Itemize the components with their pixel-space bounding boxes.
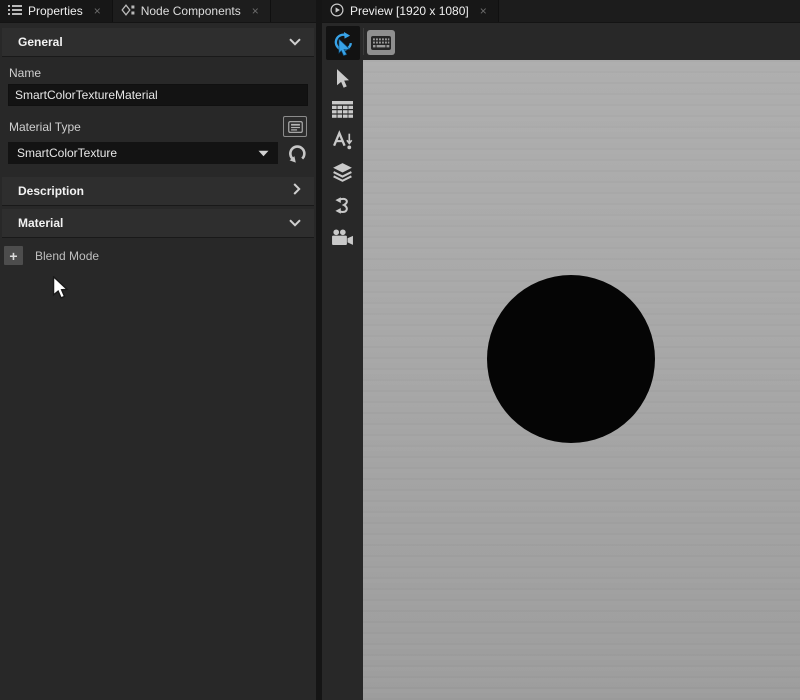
layers-icon [331,162,354,183]
keyboard-icon [371,36,391,50]
tab-properties[interactable]: Properties × [0,0,113,22]
keyboard-tool-button[interactable] [367,30,395,55]
list-icon [8,4,22,19]
application-window: Properties × Node Components × General N… [0,0,800,700]
close-icon[interactable]: × [249,5,262,18]
component-diamond-icon [121,3,135,20]
tab-label: Properties [28,4,83,18]
chevron-right-icon [293,182,301,200]
preview-tabbar: Preview [1920 x 1080] × [322,0,800,23]
text-metrics-tool-button[interactable] [326,130,360,151]
video-camera-icon [331,229,354,246]
revert-arrow-icon [288,144,307,163]
properties-panel-body: General Name Material Type SmartColorTex… [0,23,316,700]
name-input[interactable] [8,84,308,106]
scene-sphere-node[interactable] [487,275,655,443]
grid-icon [332,101,353,118]
mouse-cursor-icon [52,276,69,306]
properties-pane: Properties × Node Components × General N… [0,0,316,700]
interact-cursor-icon [330,31,355,56]
close-icon[interactable]: × [91,5,104,18]
text-metrics-icon [332,130,354,151]
tab-node-components[interactable]: Node Components × [113,0,271,22]
dropdown-value: SmartColorTexture [17,146,117,160]
section-header-description[interactable]: Description [2,177,314,206]
tab-preview[interactable]: Preview [1920 x 1080] × [322,0,499,22]
tab-label: Preview [1920 x 1080] [350,4,469,18]
section-title: Description [18,184,84,198]
preview-viewport[interactable] [363,60,800,700]
property-editor-button[interactable] [283,116,307,137]
interact-tool-button[interactable] [326,26,360,60]
camera-tool-button[interactable] [326,229,360,246]
chevron-down-icon [289,33,301,51]
section-header-general[interactable]: General [2,28,314,57]
toolbar-separator [363,28,364,55]
name-label: Name [9,66,316,80]
section-header-material[interactable]: Material [2,209,314,238]
material-type-label: Material Type [9,120,81,134]
preview-tool-column [322,23,363,700]
dropdown-arrow-icon [258,146,269,160]
grid-tool-button[interactable] [326,101,360,118]
connections-icon [331,194,354,217]
section-title: Material [18,216,63,230]
blend-mode-label: Blend Mode [35,249,99,263]
connections-tool-button[interactable] [326,194,360,217]
chevron-down-icon [289,214,301,232]
left-tabbar: Properties × Node Components × [0,0,316,23]
preview-pane: Preview [1920 x 1080] × [322,0,800,700]
revert-button[interactable] [286,142,308,164]
play-circle-icon [330,3,344,20]
property-editor-icon [288,121,303,133]
select-arrow-icon [335,68,351,89]
section-title: General [18,35,63,49]
layers-tool-button[interactable] [326,162,360,183]
tab-label: Node Components [141,4,241,18]
add-property-button[interactable]: + [4,246,23,265]
select-tool-button[interactable] [326,68,360,89]
material-type-dropdown[interactable]: SmartColorTexture [8,142,278,164]
close-icon[interactable]: × [477,5,490,18]
